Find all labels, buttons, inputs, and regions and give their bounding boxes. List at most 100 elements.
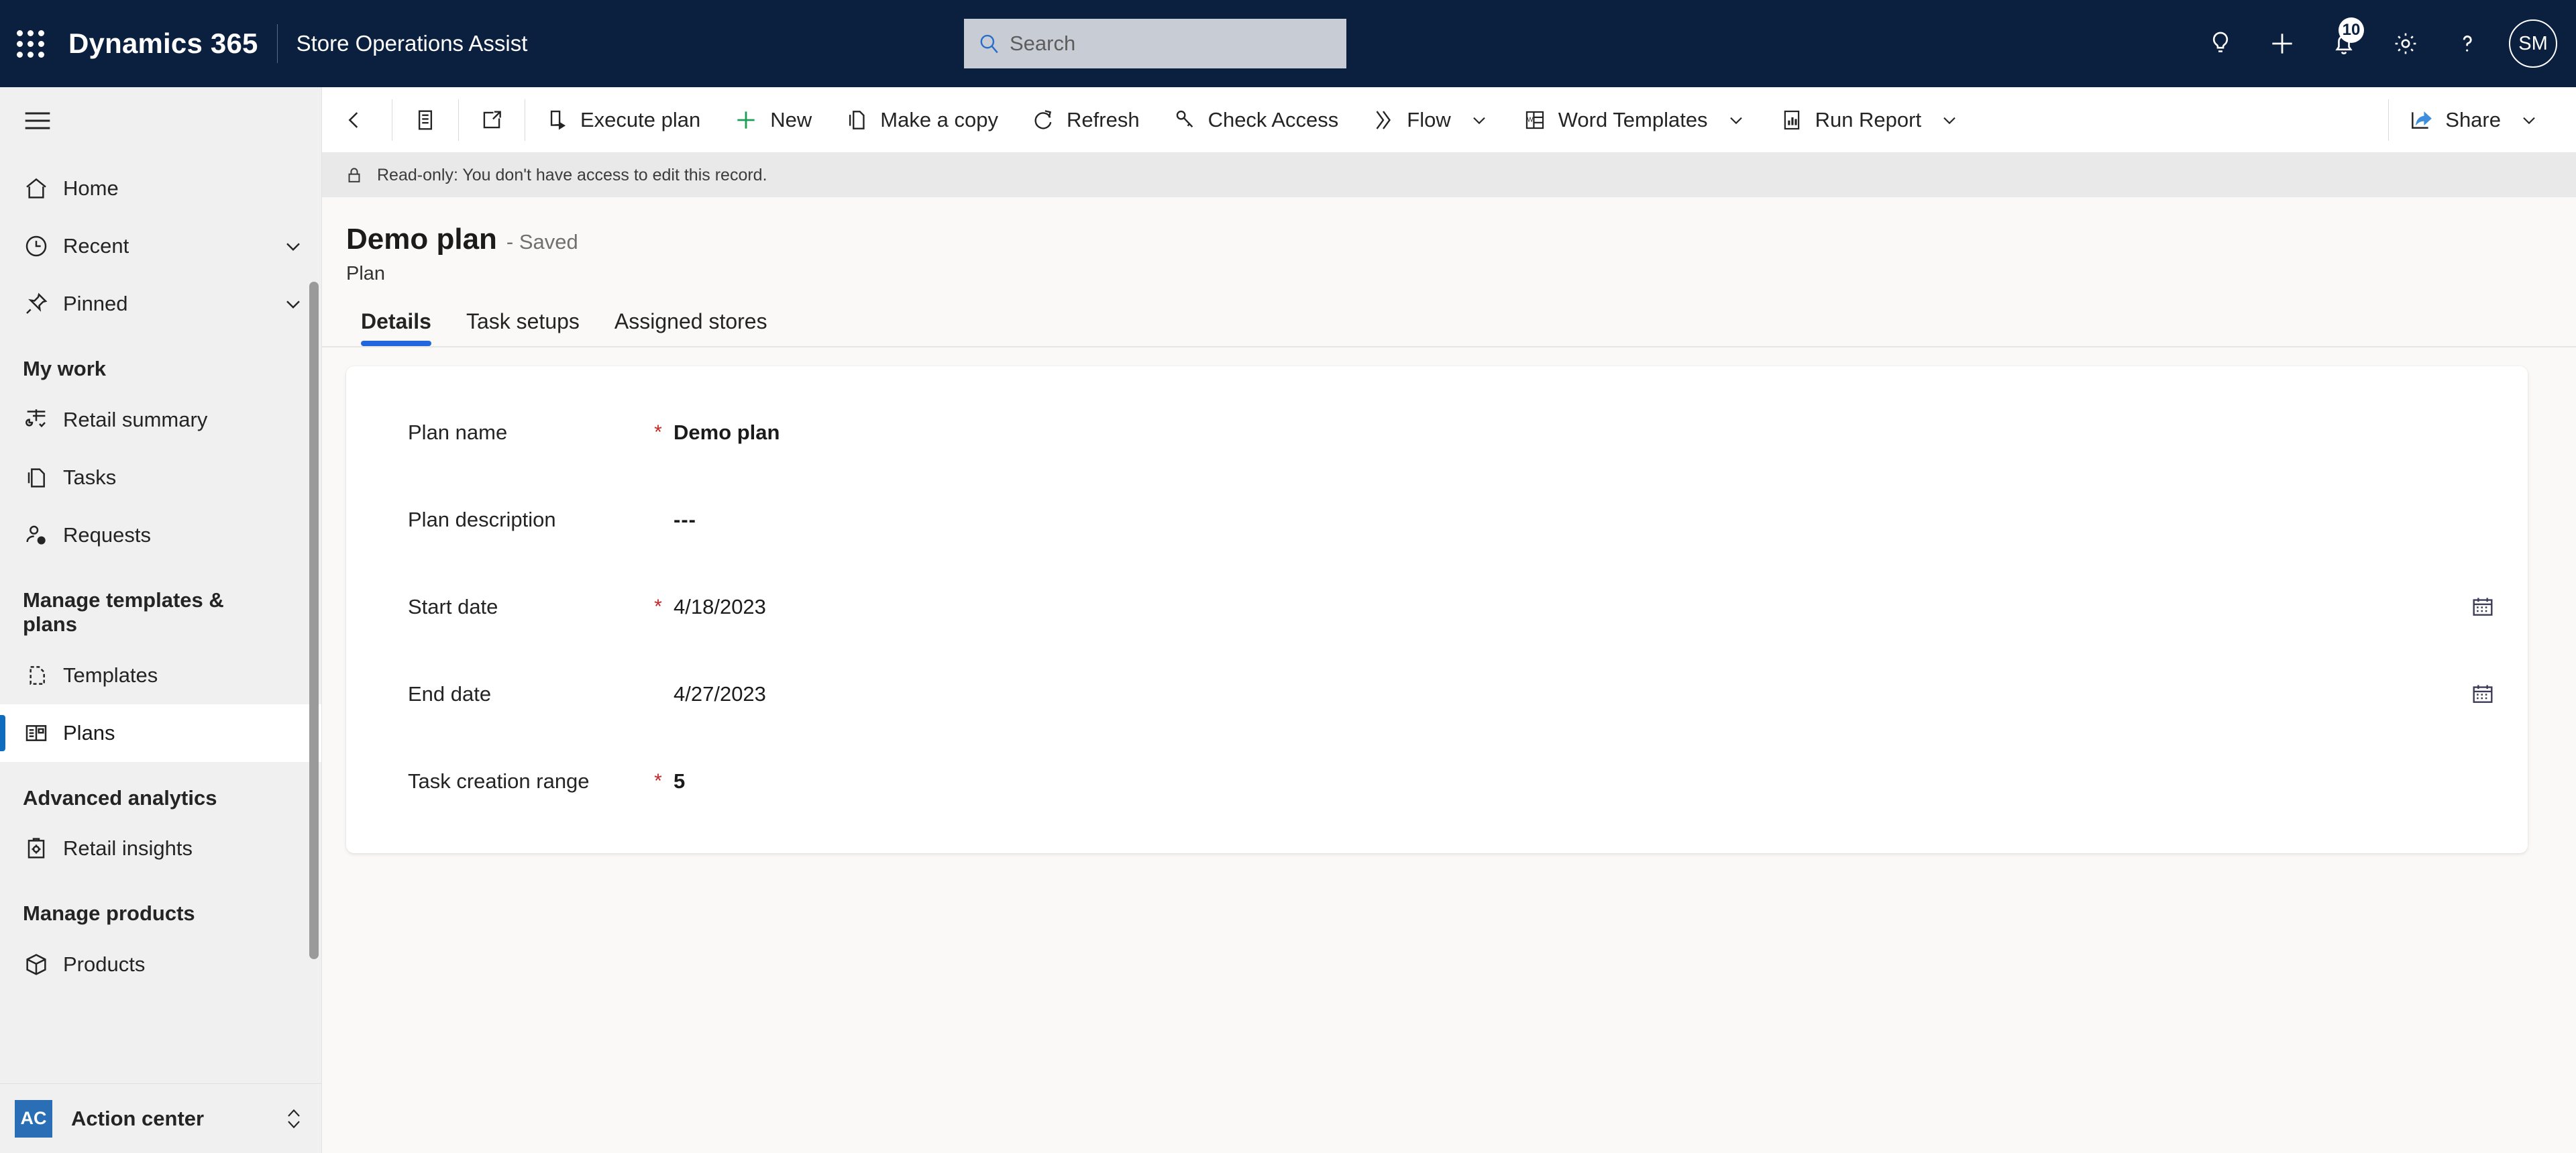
- entity-name: Plan: [346, 263, 386, 284]
- chevron-down-icon[interactable]: [1725, 109, 1747, 131]
- sidebar-item-label: Recent: [63, 234, 129, 258]
- sidebar-group-title: Advanced analytics: [23, 785, 217, 810]
- hamburger-icon: [25, 112, 50, 129]
- popout-button[interactable]: [462, 87, 522, 153]
- sidebar-item-label: Pinned: [63, 292, 128, 315]
- start-date-calendar-button[interactable]: [2470, 594, 2496, 620]
- back-button[interactable]: [327, 87, 389, 153]
- sidebar-item-home[interactable]: Home: [0, 160, 321, 217]
- execute-plan-button[interactable]: Execute plan: [528, 87, 716, 153]
- tab-assigned-stores[interactable]: Assigned stores: [600, 303, 782, 346]
- action-center-label: Action center: [71, 1106, 205, 1130]
- command-label: Flow: [1407, 107, 1451, 131]
- end-date-calendar-button[interactable]: [2470, 681, 2496, 707]
- make-a-copy-button[interactable]: Make a copy: [828, 87, 1014, 153]
- sidebar-item-recent[interactable]: Recent: [0, 217, 321, 275]
- record-header: Demo plan - Saved Plan: [322, 197, 2576, 285]
- action-center-selector[interactable]: AC Action center: [0, 1083, 321, 1153]
- app-root: Dynamics 365 Store Operations Assist Sea…: [0, 0, 2576, 1153]
- sidebar-item-retail-insights[interactable]: Retail insights: [0, 820, 321, 877]
- global-header: Dynamics 365 Store Operations Assist Sea…: [0, 0, 2576, 87]
- settings-button[interactable]: [2375, 0, 2436, 87]
- help-button[interactable]: [2436, 0, 2498, 87]
- field-row-plan-name: Plan name * Demo plan: [346, 389, 2528, 476]
- sidebar-toggle-button[interactable]: [0, 87, 321, 154]
- insights-button[interactable]: [2190, 0, 2251, 87]
- sidebar-item-products[interactable]: Products: [0, 936, 321, 993]
- search-input[interactable]: Search: [964, 19, 1346, 68]
- search-placeholder: Search: [1010, 32, 1076, 55]
- required-asterisk: *: [654, 770, 662, 792]
- command-label: Check Access: [1208, 107, 1339, 131]
- avatar[interactable]: SM: [2509, 19, 2557, 68]
- word-icon: W: [1525, 111, 1544, 129]
- copy-icon: [849, 110, 865, 129]
- app-body: Home Recent Pinned My work Retail summar…: [0, 87, 2576, 1153]
- sidebar-group-title: Manage products: [23, 901, 195, 926]
- sidebar-item-label: Products: [63, 952, 146, 976]
- sidebar-item-pinned[interactable]: Pinned: [0, 275, 321, 333]
- report-icon: [1784, 110, 1799, 129]
- sidebar-item-plans[interactable]: Plans: [0, 704, 321, 762]
- command-label: Run Report: [1815, 107, 1922, 131]
- brand-title[interactable]: Dynamics 365: [60, 28, 270, 60]
- field-value-plan-description[interactable]: ---: [674, 508, 696, 532]
- flow-button[interactable]: Flow: [1354, 87, 1505, 153]
- sidebar-item-label: Requests: [63, 523, 151, 547]
- chevron-down-icon[interactable]: [2518, 109, 2540, 131]
- field-label: Plan name: [408, 421, 508, 444]
- chevron-down-icon[interactable]: [1939, 109, 1960, 131]
- execute-plan-icon: [550, 110, 566, 129]
- form-selector-button[interactable]: [395, 87, 455, 153]
- app-launcher-button[interactable]: [0, 0, 60, 87]
- documents-icon: [23, 464, 63, 491]
- quick-create-button[interactable]: [2251, 0, 2313, 87]
- share-icon: [2412, 111, 2432, 129]
- command-label: Word Templates: [1558, 107, 1708, 131]
- up-down-chevron-icon[interactable]: [282, 1105, 305, 1132]
- tab-label: Assigned stores: [614, 309, 767, 333]
- tab-label: Task setups: [466, 309, 580, 333]
- sidebar-scrollbar[interactable]: [309, 282, 319, 959]
- field-row-start-date: Start date * 4/18/2023: [346, 563, 2528, 651]
- chevron-down-icon[interactable]: [281, 292, 305, 316]
- share-button[interactable]: Share: [2392, 87, 2556, 153]
- sidebar-item-retail-summary[interactable]: Retail summary: [0, 391, 321, 449]
- word-templates-button[interactable]: W Word Templates: [1506, 87, 1763, 153]
- field-label: End date: [408, 682, 492, 706]
- sidebar-item-templates[interactable]: Templates: [0, 647, 321, 704]
- field-value-task-creation-range[interactable]: 5: [674, 769, 685, 793]
- tab-task-setups[interactable]: Task setups: [451, 303, 594, 346]
- refresh-button[interactable]: Refresh: [1014, 87, 1156, 153]
- plans-grid-icon: [23, 720, 63, 747]
- readonly-notification-bar: Read-only: You don't have access to edit…: [322, 153, 2576, 197]
- required-asterisk: *: [654, 596, 662, 618]
- search-icon: [980, 34, 998, 54]
- sitemap-scroll-area: Home Recent Pinned My work Retail summar…: [0, 154, 321, 1083]
- command-label: Execute plan: [580, 107, 701, 131]
- refresh-icon: [1034, 109, 1052, 129]
- tab-label: Details: [361, 309, 431, 333]
- field-value-plan-name[interactable]: Demo plan: [674, 421, 780, 445]
- notification-badge: 10: [2339, 17, 2364, 43]
- chevron-down-icon[interactable]: [281, 234, 305, 258]
- field-value-end-date[interactable]: 4/27/2023: [674, 682, 766, 706]
- check-access-button[interactable]: Check Access: [1156, 87, 1355, 153]
- sitemap-sidebar: Home Recent Pinned My work Retail summar…: [0, 87, 322, 1153]
- command-label: Make a copy: [880, 107, 999, 131]
- clipboard-gear-icon: [23, 835, 63, 862]
- field-row-plan-description: Plan description ---: [346, 476, 2528, 563]
- form-body: Plan name * Demo plan Plan description -…: [322, 347, 2576, 1153]
- notifications-button[interactable]: 10: [2313, 0, 2375, 87]
- app-name[interactable]: Store Operations Assist: [284, 31, 528, 56]
- lock-icon: [348, 168, 360, 182]
- field-value-start-date[interactable]: 4/18/2023: [674, 595, 766, 619]
- back-arrow-icon: [348, 111, 358, 128]
- chevron-down-icon[interactable]: [1468, 109, 1490, 131]
- sidebar-item-tasks[interactable]: Tasks: [0, 449, 321, 506]
- tab-details[interactable]: Details: [346, 303, 446, 346]
- sidebar-item-requests[interactable]: ? Requests: [0, 506, 321, 564]
- plus-icon: [737, 111, 755, 129]
- run-report-button[interactable]: Run Report: [1763, 87, 1977, 153]
- new-button[interactable]: New: [716, 87, 828, 153]
